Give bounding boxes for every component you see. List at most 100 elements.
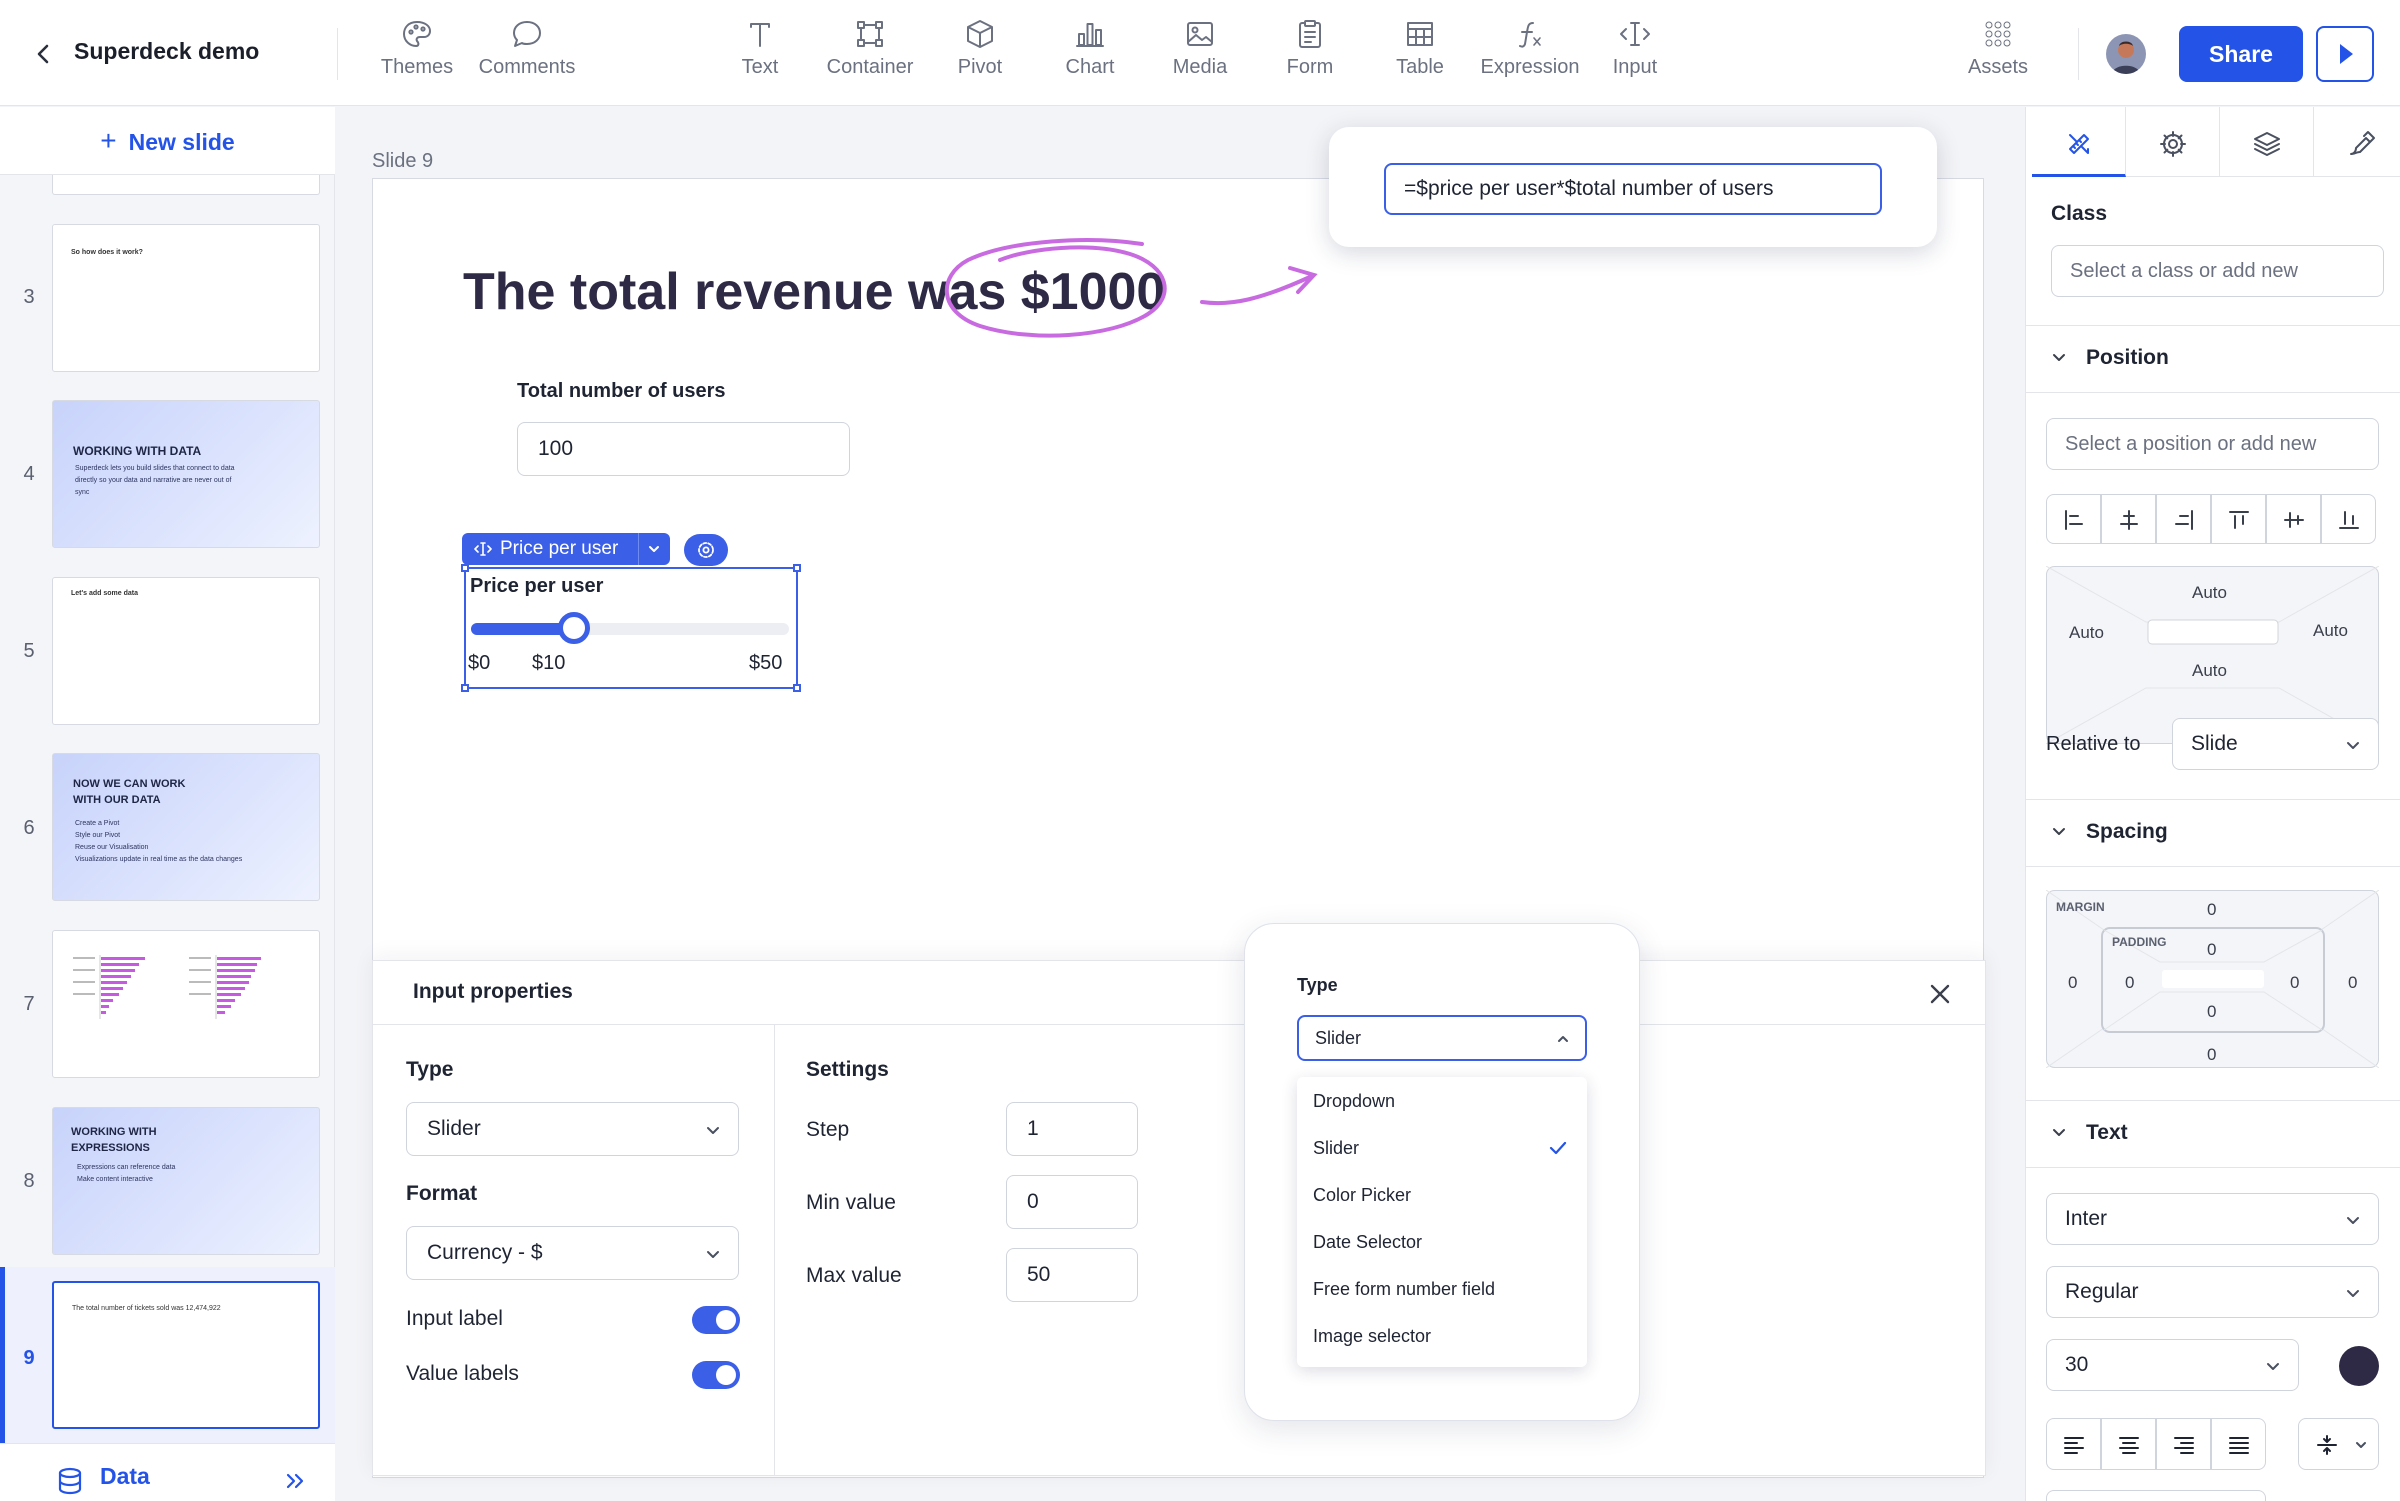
type-option-number-field[interactable]: Free form number field xyxy=(1297,1266,1587,1312)
font-size-select[interactable]: 30 xyxy=(2046,1339,2299,1391)
new-slide-button[interactable]: + New slide xyxy=(0,107,335,175)
toolbar-container-button[interactable]: Container xyxy=(815,18,925,88)
slide-thumbnail-7[interactable] xyxy=(52,930,320,1078)
type-option-date-selector[interactable]: Date Selector xyxy=(1297,1219,1587,1265)
text-align-center-button[interactable] xyxy=(2101,1418,2156,1470)
input-label-toggle[interactable] xyxy=(692,1306,740,1334)
position-bottom-value[interactable]: Auto xyxy=(2192,661,2227,681)
slide-thumbnail-8[interactable]: WORKING WITH EXPRESSIONS Expressions can… xyxy=(52,1107,320,1255)
toolbar-expression-button[interactable]: Expression xyxy=(1475,18,1585,88)
text-align-right-button[interactable] xyxy=(2156,1418,2211,1470)
resize-handle[interactable] xyxy=(793,564,801,572)
resize-handle[interactable] xyxy=(793,684,801,692)
type-option-dropdown[interactable]: Dropdown xyxy=(1297,1078,1587,1124)
font-family-select[interactable]: Inter xyxy=(2046,1193,2379,1245)
class-input[interactable]: Select a class or add new xyxy=(2051,245,2384,297)
slider-thumb[interactable] xyxy=(558,612,591,644)
chip-dropdown-button[interactable] xyxy=(638,533,670,565)
value-labels-toggle[interactable] xyxy=(692,1361,740,1389)
margin-top-value[interactable]: 0 xyxy=(2207,900,2216,920)
position-left-value[interactable]: Auto xyxy=(2069,623,2104,643)
type-heading: Type xyxy=(406,1058,454,1081)
margin-bottom-value[interactable]: 0 xyxy=(2207,1045,2216,1065)
slide-thumbnail-5[interactable]: Let's add some data xyxy=(52,577,320,725)
line-height-select[interactable] xyxy=(2298,1418,2379,1470)
toolbar-form-button[interactable]: Form xyxy=(1255,18,1365,88)
text-color-swatch[interactable] xyxy=(2339,1346,2379,1386)
toolbar-assets-button[interactable]: Assets xyxy=(1943,18,2053,88)
slide-thumbnail-4[interactable]: WORKING WITH DATA Superdeck lets you bui… xyxy=(52,400,320,548)
slide-thumbnail-partial[interactable] xyxy=(52,175,320,195)
total-users-input[interactable]: 100 xyxy=(517,422,850,476)
back-button[interactable] xyxy=(24,36,64,72)
gear-icon xyxy=(698,542,714,558)
resize-handle[interactable] xyxy=(461,564,469,572)
align-right-button[interactable] xyxy=(2156,494,2211,544)
text-align-left-button[interactable] xyxy=(2046,1418,2101,1470)
spacing-heading[interactable]: Spacing xyxy=(2086,820,2168,844)
type-select[interactable]: Slider xyxy=(406,1102,739,1156)
thumbnail-text: The total number of tickets sold was 12,… xyxy=(72,1305,221,1312)
tab-design[interactable] xyxy=(2032,107,2126,177)
padding-top-value[interactable]: 0 xyxy=(2207,940,2216,960)
text-align-justify-button[interactable] xyxy=(2211,1418,2266,1470)
toolbar-themes-button[interactable]: Themes xyxy=(362,18,472,88)
resize-handle[interactable] xyxy=(461,684,469,692)
position-right-value[interactable]: Auto xyxy=(2313,621,2348,641)
formula-input[interactable]: =$price per user*$total number of users xyxy=(1384,163,1882,215)
slide-thumbnail-9[interactable]: The total number of tickets sold was 12,… xyxy=(52,1281,320,1429)
chevron-down-icon[interactable] xyxy=(2048,820,2070,842)
position-input[interactable]: Select a position or add new xyxy=(2046,418,2379,470)
font-weight-select[interactable]: Regular xyxy=(2046,1266,2379,1318)
max-value-input[interactable]: 50 xyxy=(1006,1248,1138,1302)
padding-right-value[interactable]: 0 xyxy=(2290,973,2299,993)
double-chevron-right-icon[interactable] xyxy=(282,1468,308,1494)
type-dropdown-select[interactable]: Slider xyxy=(1297,1015,1587,1061)
format-select[interactable]: Currency - $ xyxy=(406,1226,739,1280)
element-settings-button[interactable] xyxy=(684,534,728,566)
selected-slide-indicator xyxy=(0,1267,5,1443)
tab-layers[interactable] xyxy=(2220,107,2314,177)
margin-right-value[interactable]: 0 xyxy=(2348,973,2357,993)
share-button[interactable]: Share xyxy=(2179,26,2303,82)
text-heading[interactable]: Text xyxy=(2086,1121,2128,1145)
chevron-down-icon[interactable] xyxy=(2048,346,2070,368)
tab-settings[interactable] xyxy=(2126,107,2220,177)
min-value-input[interactable]: 0 xyxy=(1006,1175,1138,1229)
present-button[interactable] xyxy=(2316,26,2374,82)
toolbar-pivot-button[interactable]: Pivot xyxy=(925,18,1035,88)
align-middle-button[interactable] xyxy=(2266,494,2321,544)
toolbar-chart-button[interactable]: Chart xyxy=(1035,18,1145,88)
chevron-down-icon[interactable] xyxy=(2048,1121,2070,1143)
position-heading[interactable]: Position xyxy=(2086,346,2169,370)
toolbar-table-button[interactable]: Table xyxy=(1365,18,1475,88)
slide-thumbnail-6[interactable]: NOW WE CAN WORK WITH OUR DATA Create a P… xyxy=(52,753,320,901)
align-bottom-button[interactable] xyxy=(2321,494,2376,544)
align-top-button[interactable] xyxy=(2211,494,2266,544)
avatar[interactable] xyxy=(2106,34,2146,74)
toolbar-text-button[interactable]: Text xyxy=(705,18,815,88)
align-center-h-button[interactable] xyxy=(2101,494,2156,544)
section-divider xyxy=(2025,799,2400,800)
layers-icon xyxy=(2253,132,2280,156)
type-option-color-picker[interactable]: Color Picker xyxy=(1297,1172,1587,1218)
thumbnail-text: Let's add some data xyxy=(71,590,139,597)
type-option-slider[interactable]: Slider xyxy=(1297,1125,1587,1171)
toolbar-input-button[interactable]: Input xyxy=(1580,18,1690,88)
align-left-button[interactable] xyxy=(2046,494,2101,544)
toolbar-media-button[interactable]: Media xyxy=(1145,18,1255,88)
settings-heading: Settings xyxy=(806,1058,889,1081)
toolbar-comments-button[interactable]: Comments xyxy=(472,18,582,88)
tab-style[interactable] xyxy=(2314,107,2400,177)
padding-bottom-value[interactable]: 0 xyxy=(2207,1002,2216,1022)
margin-left-value[interactable]: 0 xyxy=(2068,973,2077,993)
padding-left-value[interactable]: 0 xyxy=(2125,973,2134,993)
toolbar-form-label: Form xyxy=(1286,56,1334,78)
type-option-image-selector[interactable]: Image selector xyxy=(1297,1313,1587,1359)
close-button[interactable] xyxy=(1922,976,1958,1012)
relative-to-select[interactable]: Slide xyxy=(2172,718,2379,770)
step-input[interactable]: 1 xyxy=(1006,1102,1138,1156)
slide-thumbnail-3[interactable]: So how does it work? xyxy=(52,224,320,372)
thumbnail-mini-charts xyxy=(73,955,261,1019)
position-top-value[interactable]: Auto xyxy=(2192,583,2227,603)
